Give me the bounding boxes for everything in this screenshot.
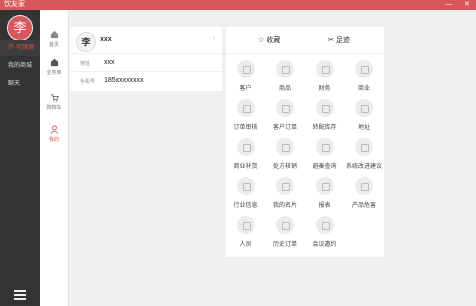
check-icon xyxy=(276,138,294,156)
cart-icon xyxy=(50,94,59,102)
window-title: 饮友家 xyxy=(4,1,25,8)
nav-label: 购物车 xyxy=(46,105,62,111)
grid-item[interactable]: 订单审核 xyxy=(226,99,265,137)
grid-item-label: 历史订单 xyxy=(272,242,297,248)
grid-item[interactable]: 行业信息 xyxy=(226,177,265,215)
people-icon xyxy=(236,216,255,234)
nav-label: 首页 xyxy=(48,42,59,48)
nav-label: 我的 xyxy=(48,137,59,143)
grid-item[interactable]: 客户 xyxy=(226,60,265,98)
address-value: xxx xyxy=(104,59,115,66)
chevron-right-icon[interactable]: › xyxy=(213,35,215,42)
user-icon xyxy=(50,125,58,134)
history-icon xyxy=(276,216,294,234)
grid-item[interactable]: 历史订单 xyxy=(266,216,305,254)
grid-item[interactable]: 会议邀约 xyxy=(305,216,344,254)
grid-item-label: 避秦查询 xyxy=(312,164,337,170)
minimize-button[interactable]: — xyxy=(445,0,452,10)
box-icon xyxy=(276,60,294,78)
tab-footprint[interactable]: ✂︎ 足迹 xyxy=(328,35,350,45)
location-icon xyxy=(355,99,373,117)
close-button[interactable]: ✕ xyxy=(464,0,470,10)
grid-item[interactable]: 我的名片 xyxy=(266,177,305,215)
grid-item[interactable]: 商业 xyxy=(345,60,384,98)
grid-item[interactable]: 转配库存 xyxy=(305,99,344,137)
business-icon xyxy=(50,58,58,67)
grid-item-label: 财务 xyxy=(318,86,331,92)
grid-item-label: 人员 xyxy=(239,242,252,248)
meeting-icon xyxy=(315,216,334,234)
grid-item[interactable]: 处方核销 xyxy=(266,138,305,176)
product-icon xyxy=(355,177,373,195)
phone-label: 手机号 xyxy=(80,79,96,85)
grid-item-label: 地址 xyxy=(357,125,370,131)
card-icon xyxy=(276,177,294,195)
menu-icon[interactable] xyxy=(14,290,26,300)
nav-item-mine[interactable]: 我的 xyxy=(40,125,68,143)
home-icon xyxy=(50,30,58,39)
profile-avatar: 李 xyxy=(76,32,96,52)
address-label: 地址 xyxy=(80,61,91,67)
nav-bar: 首页 业务库 购物车 我的 xyxy=(40,10,69,306)
grid-item-label: 我的名片 xyxy=(272,203,297,209)
suggestion-icon xyxy=(355,138,373,156)
share-icon xyxy=(355,60,373,78)
grid-item[interactable]: 商品 xyxy=(266,60,305,98)
avatar[interactable]: 李 xyxy=(7,15,33,41)
warehouse-icon xyxy=(315,99,334,117)
grid-item-label: 订单审核 xyxy=(233,125,258,131)
phone-value: 185xxxxxxxx xyxy=(104,77,144,84)
info-icon xyxy=(236,177,255,195)
footprint-icon: ✂︎ xyxy=(328,37,334,44)
address-row: 地址 xxx xyxy=(70,53,222,73)
tab-bar: ☆ 收藏 ✂︎ 足迹 xyxy=(226,27,384,54)
grid-item-label: 转配库存 xyxy=(312,125,337,131)
nav-item-cart[interactable]: 购物车 xyxy=(40,93,68,111)
grid-item[interactable]: 避秦查询 xyxy=(305,138,344,176)
chart-icon xyxy=(315,177,334,195)
grid-item[interactable]: 人员 xyxy=(226,216,265,254)
profile-name: xxx xyxy=(100,36,112,43)
nav-item-home[interactable]: 首页 xyxy=(40,30,68,48)
grid-item[interactable]: 系统改进建议 xyxy=(345,138,384,176)
grid-item-label: 客户订单 xyxy=(272,125,297,131)
phone-row: 手机号 185xxxxxxxx xyxy=(70,71,222,91)
finance-icon xyxy=(315,60,334,78)
eye-icon xyxy=(315,138,334,156)
grid-item[interactable]: 客户订单 xyxy=(266,99,305,137)
grid-item[interactable]: 商业补货 xyxy=(226,138,265,176)
grid-item-label: 处方核销 xyxy=(272,164,297,170)
grid-item-label: 商品 xyxy=(278,86,291,92)
grid-item[interactable]: 报表 xyxy=(305,177,344,215)
grid-item[interactable]: 财务 xyxy=(305,60,344,98)
grid-item-label: 报表 xyxy=(318,203,331,209)
title-bar: 饮友家 — ✕ xyxy=(0,0,476,10)
grid-item-label: 系统改进建议 xyxy=(345,164,382,170)
nav-item-business[interactable]: 业务库 xyxy=(40,58,68,76)
sidebar-item-shop[interactable]: 开·宅铺酒 xyxy=(0,40,40,56)
grid-item-label: 行业信息 xyxy=(233,203,258,209)
sidebar-item-chat[interactable]: 聊天 xyxy=(0,76,40,92)
grid-item-label: 商业 xyxy=(357,86,370,92)
nav-label: 业务库 xyxy=(46,70,62,76)
grid-item-label: 产品危害 xyxy=(351,203,376,209)
grid-item-label: 客户 xyxy=(239,86,252,92)
sidebar-item-mall[interactable]: 我的商城 xyxy=(0,58,40,74)
user-icon xyxy=(236,60,255,78)
tab-footprint-label: 足迹 xyxy=(335,37,350,44)
grid-item-label: 会议邀约 xyxy=(312,242,337,248)
tab-favorites[interactable]: ☆ 收藏 xyxy=(258,35,280,45)
handshake-icon xyxy=(236,138,255,156)
function-panel: ☆ 收藏 ✂︎ 足迹 客户 商品 财务 商业订单审核 客户订单 转配库存 地址商业补货 处方核… xyxy=(226,27,384,257)
grid-item-label: 商业补货 xyxy=(233,164,258,170)
grid-item[interactable]: 产品危害 xyxy=(345,177,384,215)
profile-card[interactable]: 李 xxx › 地址 xxx 手机号 185xxxxxxxx xyxy=(70,27,222,91)
document-icon xyxy=(276,99,294,117)
grid-item[interactable]: 地址 xyxy=(345,99,384,137)
sidebar: 李 开·宅铺酒 我的商城 聊天 xyxy=(0,10,40,306)
clipboard-icon xyxy=(236,99,255,117)
